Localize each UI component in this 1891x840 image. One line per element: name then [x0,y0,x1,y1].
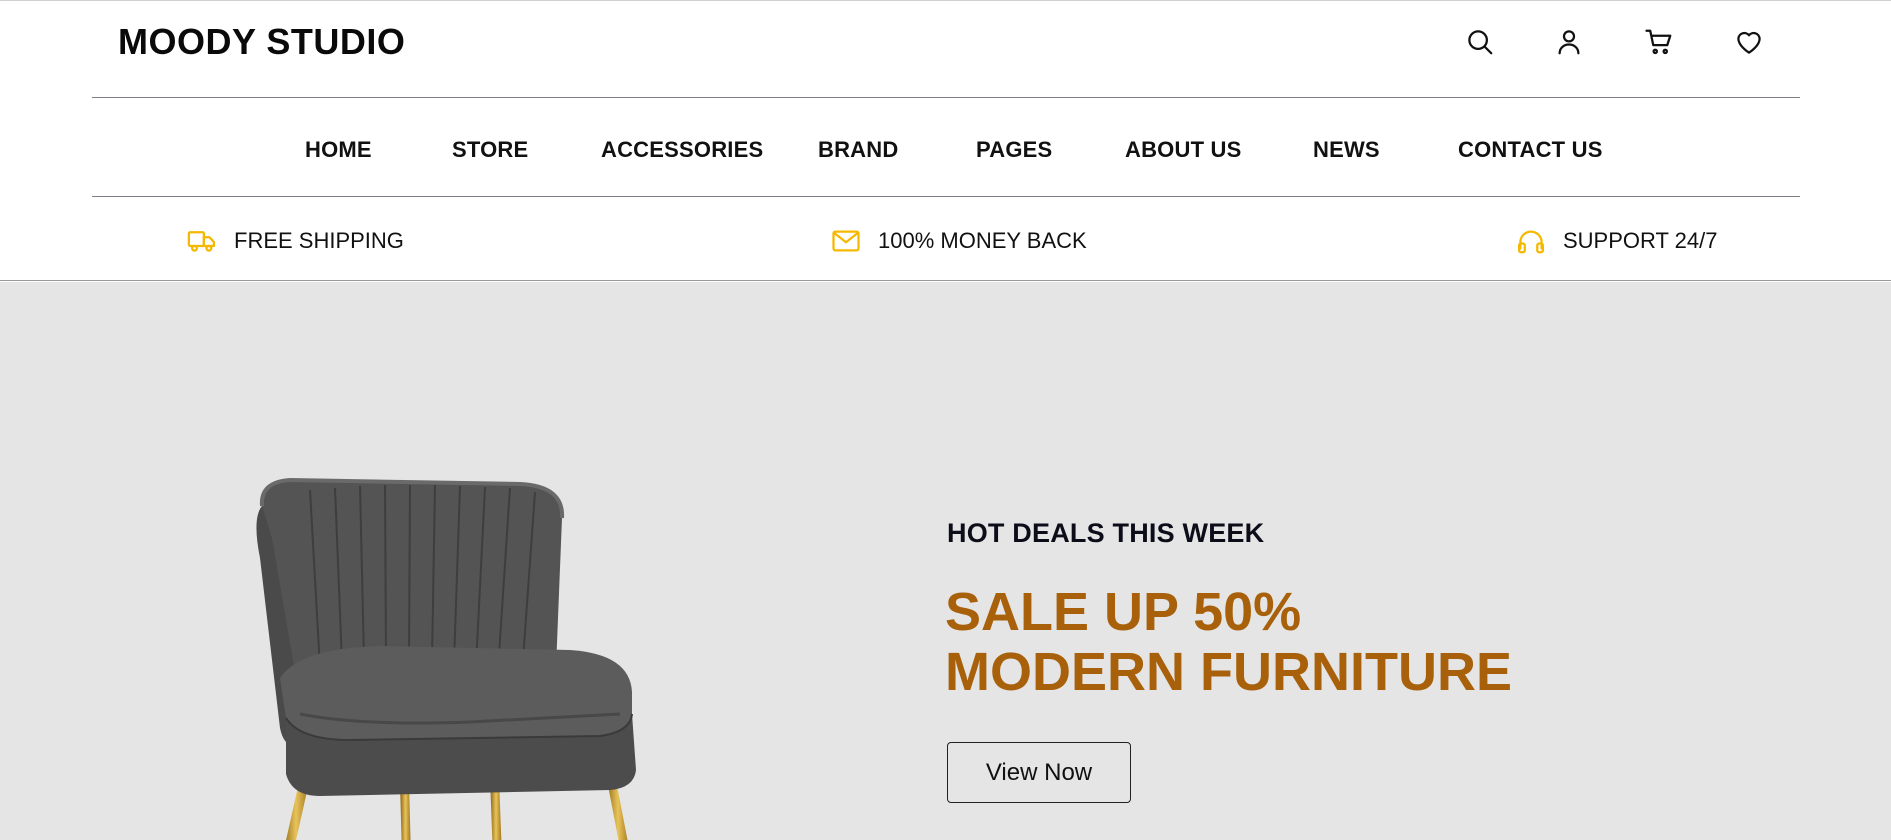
search-icon[interactable] [1460,22,1500,62]
nav-home[interactable]: HOME [305,98,372,196]
feature-support: SUPPORT 24/7 [1515,225,1717,257]
hero-banner: HOT DEALS THIS WEEK SALE UP 50% MODERN F… [0,282,1891,840]
header-icon-bar [1460,22,1761,62]
feature-free-shipping: FREE SHIPPING [186,225,404,257]
site-logo[interactable]: MOODY STUDIO [118,20,405,64]
nav-news[interactable]: NEWS [1313,98,1380,196]
heart-icon[interactable] [1729,22,1769,62]
nav-store[interactable]: STORE [452,98,528,196]
hero-title-line-1: SALE UP 50% [945,582,1302,642]
hero-title: SALE UP 50% MODERN FURNITURE [945,582,1512,702]
feature-label: 100% MONEY BACK [878,228,1087,253]
main-navigation: HOME STORE ACCESSORIES BRAND PAGES ABOUT… [0,98,1891,196]
user-icon[interactable] [1549,22,1589,62]
feature-label: FREE SHIPPING [234,228,404,253]
nav-pages[interactable]: PAGES [976,98,1052,196]
truck-icon [186,225,218,257]
nav-accessories[interactable]: ACCESSORIES [601,98,763,196]
chair-product-image [256,478,636,840]
nav-about-us[interactable]: ABOUT US [1125,98,1242,196]
feature-money-back: 100% MONEY BACK [830,225,1087,257]
headphones-icon [1515,225,1547,257]
top-border [0,0,1891,1]
nav-contact-us[interactable]: CONTACT US [1458,98,1603,196]
hero-title-line-2: MODERN FURNITURE [945,642,1512,702]
mail-icon [830,225,862,257]
feature-label: SUPPORT 24/7 [1563,228,1718,253]
hero-subtitle: HOT DEALS THIS WEEK [947,518,1265,548]
cart-icon[interactable] [1639,22,1679,62]
view-now-button[interactable]: View Now [947,742,1131,803]
nav-brand[interactable]: BRAND [818,98,898,196]
features-strip: FREE SHIPPING 100% MONEY BACK SUPPORT 24… [0,197,1891,281]
